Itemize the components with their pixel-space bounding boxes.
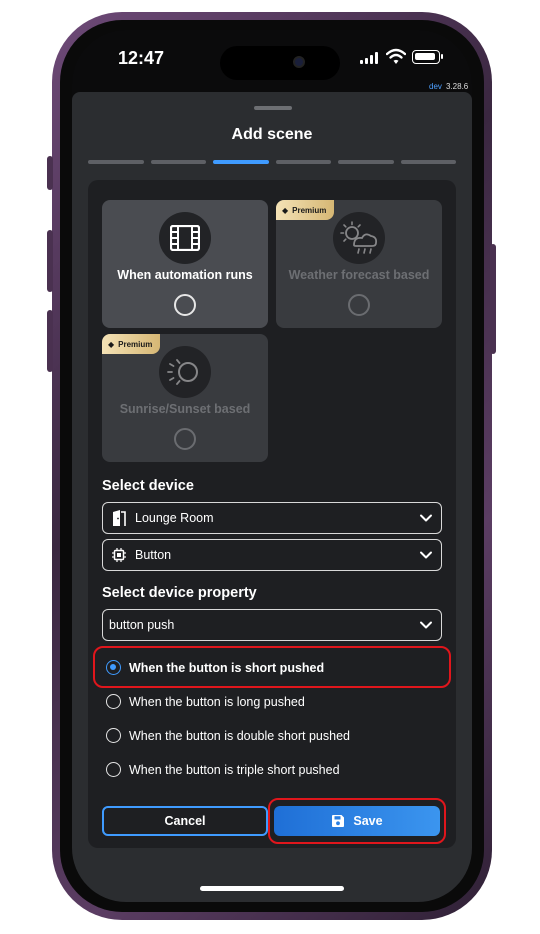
- dev-label: dev: [429, 82, 442, 91]
- radio-indicator: [106, 762, 121, 777]
- wifi-icon: [386, 48, 406, 64]
- option-radio[interactable]: [174, 294, 196, 316]
- action-button: [47, 156, 53, 190]
- scene-form-card: When automation runs ◆ Premium Weather f…: [88, 180, 456, 848]
- step-indicator: [88, 160, 144, 164]
- film-icon: [159, 212, 211, 264]
- save-button-label: Save: [353, 814, 383, 828]
- property-select-value: button push: [109, 618, 175, 632]
- property-select[interactable]: button push: [102, 609, 442, 641]
- status-time: 12:47: [118, 48, 165, 68]
- premium-badge: ◆ Premium: [276, 200, 335, 220]
- step-progress: [88, 160, 456, 164]
- premium-badge-label: Premium: [118, 339, 153, 349]
- chevron-down-icon: [420, 551, 432, 559]
- diamond-icon: ◆: [282, 205, 289, 215]
- volume-down-button: [47, 310, 53, 372]
- room-select-value: Lounge Room: [135, 511, 214, 525]
- radio-label: When the button is long pushed: [129, 694, 305, 709]
- device-select-value: Button: [135, 548, 172, 562]
- weather-cloud-icon: [333, 212, 385, 264]
- step-indicator: [150, 160, 206, 164]
- radio-indicator: [106, 660, 121, 675]
- camera-icon: [293, 56, 305, 68]
- option-sunrise-sunset[interactable]: ◆ Premium Sunrise/Sunset based: [102, 334, 268, 462]
- dev-tag: dev: [429, 82, 442, 91]
- add-scene-sheet: Add scene When automation runs ◆ Premium…: [72, 92, 472, 902]
- home-indicator[interactable]: [200, 886, 344, 891]
- select-device-heading: Select device: [102, 478, 194, 494]
- option-label: Sunrise/Sunset based: [119, 402, 251, 416]
- option-radio[interactable]: [174, 428, 196, 450]
- step-indicator: [338, 160, 394, 164]
- diamond-icon: ◆: [108, 339, 115, 349]
- radio-short-push[interactable]: When the button is short pushed: [106, 660, 324, 675]
- version-label: 3.28.6: [446, 82, 469, 91]
- save-button[interactable]: Save: [274, 806, 440, 836]
- option-radio[interactable]: [348, 294, 370, 316]
- step-indicator: [400, 160, 456, 164]
- sheet-grab-handle[interactable]: [254, 106, 292, 110]
- premium-badge-label: Premium: [292, 205, 327, 215]
- floppy-disk-icon: [332, 815, 345, 827]
- dynamic-island: [220, 46, 340, 80]
- radio-indicator: [106, 694, 121, 709]
- chevron-down-icon: [420, 514, 432, 522]
- option-label: When automation runs: [117, 268, 253, 282]
- version-tag: 3.28.6: [446, 82, 468, 91]
- radio-triple-push[interactable]: When the button is triple short pushed: [106, 762, 340, 777]
- battery-icon: [412, 50, 443, 64]
- radio-label: When the button is short pushed: [129, 660, 325, 675]
- cellular-signal-icon: [360, 52, 380, 64]
- select-property-heading: Select device property: [102, 585, 257, 601]
- option-label: Weather forecast based: [288, 268, 430, 282]
- status-bar: 12:47 dev 3.28.6: [72, 30, 472, 91]
- radio-label: When the button is double short pushed: [129, 728, 350, 743]
- chip-icon: [109, 546, 129, 564]
- option-when-automation-runs[interactable]: When automation runs: [102, 200, 268, 328]
- option-weather-forecast[interactable]: ◆ Premium Weather forecast based: [276, 200, 442, 328]
- radio-indicator: [106, 728, 121, 743]
- sheet-title: Add scene: [231, 126, 313, 143]
- premium-badge: ◆ Premium: [102, 334, 161, 354]
- volume-up-button: [47, 230, 53, 292]
- device-select[interactable]: Button: [102, 539, 442, 571]
- radio-label: When the button is triple short pushed: [129, 762, 340, 777]
- step-indicator-active: [213, 160, 269, 164]
- cancel-button[interactable]: Cancel: [102, 806, 268, 836]
- radio-double-push[interactable]: When the button is double short pushed: [106, 728, 350, 743]
- cancel-button-label: Cancel: [164, 814, 206, 828]
- chevron-down-icon: [420, 621, 432, 629]
- sunrise-sunset-icon: [159, 346, 211, 398]
- door-icon: [109, 509, 129, 527]
- room-select[interactable]: Lounge Room: [102, 502, 442, 534]
- radio-long-push[interactable]: When the button is long pushed: [106, 694, 305, 709]
- step-indicator: [275, 160, 331, 164]
- power-button: [490, 244, 496, 354]
- phone-screen: 12:47 dev 3.28.6 Add scene When automati…: [72, 30, 472, 902]
